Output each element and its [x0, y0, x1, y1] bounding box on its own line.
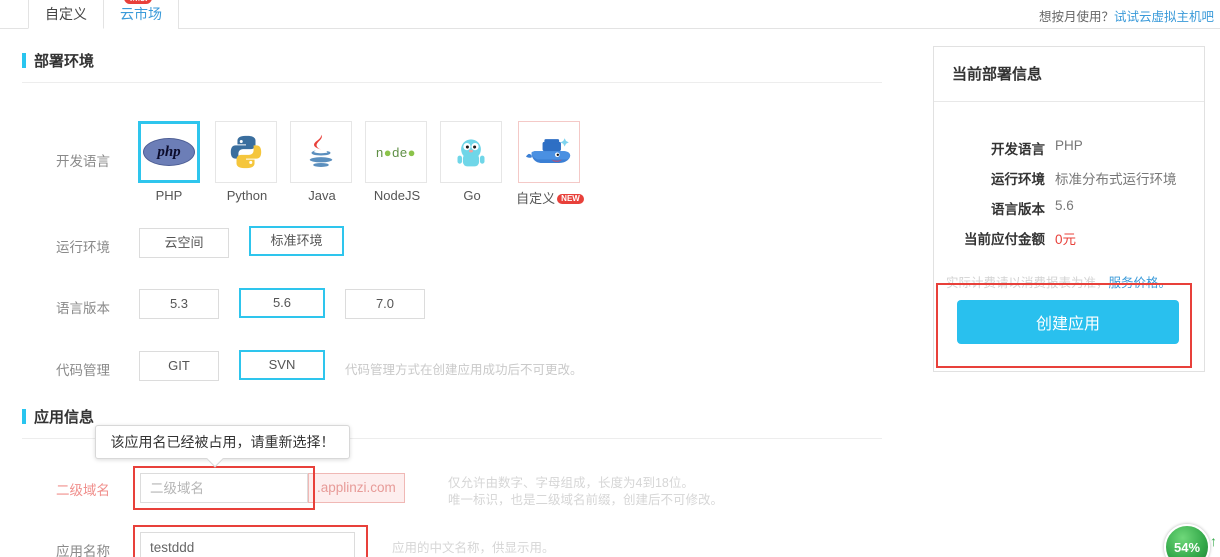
section-title-appinfo-label: 应用信息 — [34, 409, 95, 426]
java-logo-icon — [309, 134, 333, 167]
docker-whale-icon — [526, 138, 571, 164]
info-value-language: PHP — [1055, 138, 1083, 153]
section-accent-bar — [22, 53, 26, 68]
php-logo-icon: php — [143, 138, 195, 166]
language-label-custom-text: 自定义 — [516, 191, 556, 206]
section-divider-deploy — [22, 82, 882, 83]
tab-cloud-market-label: 云市场 — [120, 6, 162, 22]
tab-bar: 自定义 新版 云市场 想按月使用？试试云虚拟主机吧 — [0, 0, 1220, 29]
info-key-amount: 当前应付金额 — [964, 232, 1045, 247]
info-value-runtime: 标准分布式运行环境 — [1055, 172, 1177, 187]
label-subdomain: 二级域名 — [56, 483, 110, 498]
label-vcs: 代码管理 — [56, 363, 110, 378]
monthly-promo-text: 想按月使用？ — [1038, 10, 1114, 24]
page-root: 自定义 新版 云市场 想按月使用？试试云虚拟主机吧 部署环境 开发语言 php … — [0, 0, 1220, 557]
info-key-runtime: 运行环境 — [991, 172, 1045, 187]
vcs-hint: 代码管理方式在创建应用成功后不可更改。 — [345, 363, 583, 377]
subdomain-help-line1: 仅允许由数字、字母组成，长度为4到18位。 — [448, 476, 694, 490]
language-card-python[interactable] — [215, 121, 277, 183]
progress-gauge[interactable]: 54% — [1164, 524, 1210, 557]
vcs-option-git[interactable]: GIT — [139, 351, 219, 381]
subdomain-suffix: .applinzi.com — [308, 473, 405, 503]
language-card-custom[interactable] — [518, 121, 580, 183]
gauge-up-arrow: ↑ — [1210, 533, 1217, 549]
deploy-info-title: 当前部署信息 — [934, 47, 1204, 102]
tooltip-arrow — [206, 450, 224, 468]
language-card-java[interactable] — [290, 121, 352, 183]
version-option-70[interactable]: 7.0 — [345, 289, 425, 319]
vcs-option-svn[interactable]: SVN — [239, 350, 325, 380]
info-value-amount: 0元 — [1055, 232, 1077, 247]
language-card-nodejs[interactable]: n●de● — [365, 121, 427, 183]
language-label-custom: 自定义 NEW — [505, 188, 595, 207]
tab-custom-label: 自定义 — [45, 6, 87, 22]
info-key-version: 语言版本 — [991, 202, 1045, 217]
section-title-deploy-label: 部署环境 — [34, 53, 95, 70]
version-option-53[interactable]: 5.3 — [139, 289, 219, 319]
section-title-deploy: 部署环境 — [22, 50, 94, 71]
appname-input[interactable] — [140, 532, 355, 557]
runtime-option-standard[interactable]: 标准环境 — [249, 226, 344, 256]
label-language: 开发语言 — [56, 154, 110, 169]
new-tag-badge: NEW — [557, 194, 584, 204]
name-taken-tooltip-text: 该应用名已经被占用，请重新选择！ — [110, 434, 335, 450]
nodejs-logo-icon: n●de● — [376, 144, 416, 160]
runtime-option-cloudspace[interactable]: 云空间 — [139, 228, 229, 258]
virtual-host-link[interactable]: 试试云虚拟主机吧 — [1114, 10, 1214, 24]
language-card-php[interactable]: php — [138, 121, 200, 183]
appname-help: 应用的中文名称，供显示用。 — [392, 541, 555, 555]
label-version: 语言版本 — [56, 301, 110, 316]
section-accent-bar-appinfo — [22, 409, 26, 424]
python-logo-icon — [230, 135, 262, 169]
tab-custom[interactable]: 自定义 — [28, 0, 104, 29]
info-value-version: 5.6 — [1055, 198, 1074, 213]
tab-cloud-market[interactable]: 新版 云市场 — [103, 0, 179, 29]
tab-new-badge: 新版 — [124, 0, 153, 4]
subdomain-help-line2: 唯一标识，也是二级域名前缀，创建后不可修改。 — [448, 493, 724, 507]
language-card-go[interactable] — [440, 121, 502, 183]
name-taken-tooltip: 该应用名已经被占用，请重新选择！ — [95, 425, 350, 468]
subdomain-input[interactable] — [140, 473, 308, 503]
create-app-button[interactable]: 创建应用 — [957, 300, 1179, 344]
section-title-appinfo: 应用信息 — [22, 406, 94, 427]
label-runtime: 运行环境 — [56, 240, 110, 255]
progress-gauge-value: 54% — [1173, 539, 1201, 555]
subdomain-help: 仅允许由数字、字母组成，长度为4到18位。 唯一标识，也是二级域名前缀，创建后不… — [448, 475, 723, 509]
language-label-php: PHP — [155, 188, 183, 203]
label-appname: 应用名称 — [56, 544, 110, 557]
language-label-go: Go — [463, 188, 481, 203]
info-key-language: 开发语言 — [991, 142, 1045, 157]
version-option-56[interactable]: 5.6 — [239, 288, 325, 318]
monthly-promo: 想按月使用？试试云虚拟主机吧 — [1039, 6, 1214, 25]
go-gopher-icon — [457, 139, 485, 167]
